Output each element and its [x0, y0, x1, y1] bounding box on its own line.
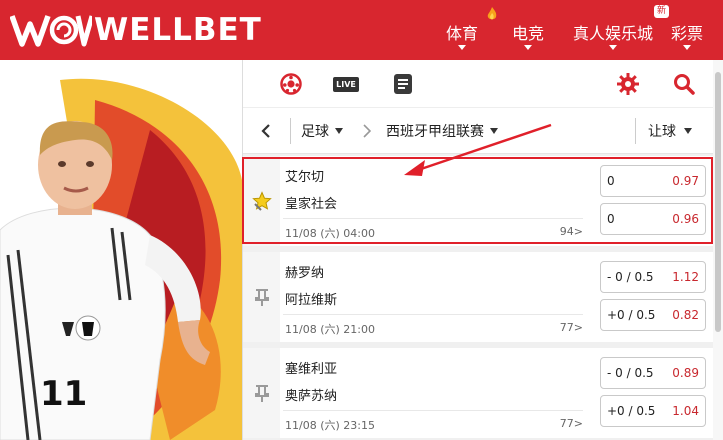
annotation-arrow-icon — [404, 123, 552, 176]
